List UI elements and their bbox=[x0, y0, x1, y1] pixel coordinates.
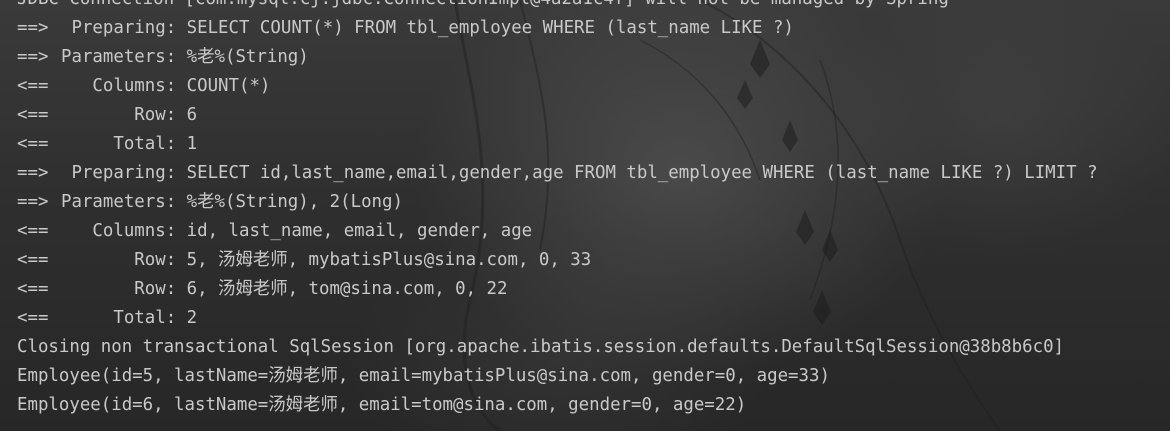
log-key: Total: bbox=[61, 308, 177, 328]
log-line: <== Total: 2 bbox=[17, 304, 1098, 333]
log-text: JDBC Connection [com.mysql.cj.jdbc.Conne… bbox=[17, 0, 949, 9]
log-key: Parameters: bbox=[61, 192, 177, 212]
log-line: Employee(id=6, lastName=汤姆老师, email=tom@… bbox=[17, 391, 1098, 420]
log-arrow: ==> bbox=[17, 47, 49, 67]
log-text: %老%(String) bbox=[176, 47, 309, 67]
log-key: Preparing: bbox=[61, 18, 177, 38]
log-arrow: ==> bbox=[17, 192, 49, 212]
log-text: 6 bbox=[176, 105, 198, 125]
log-arrow: <== bbox=[17, 221, 49, 241]
log-text: %老%(String), 2(Long) bbox=[176, 192, 403, 212]
log-key: Parameters: bbox=[61, 47, 177, 67]
log-key: Row: bbox=[61, 250, 177, 270]
log-key: Row: bbox=[61, 279, 177, 299]
log-line: <== Total: 1 bbox=[17, 130, 1098, 159]
log-arrow: <== bbox=[17, 250, 49, 270]
log-text: 1 bbox=[176, 134, 198, 154]
log-line: ==> Preparing: SELECT COUNT(*) FROM tbl_… bbox=[17, 14, 1098, 43]
log-arrow: <== bbox=[17, 76, 49, 96]
log-key: Total: bbox=[61, 134, 177, 154]
log-text: SELECT id,last_name,email,gender,age FRO… bbox=[176, 163, 1098, 183]
log-text: id, last_name, email, gender, age bbox=[176, 221, 533, 241]
log-text: COUNT(*) bbox=[176, 76, 271, 96]
log-arrow: ==> bbox=[17, 163, 49, 183]
log-arrow: ==> bbox=[17, 18, 49, 38]
log-text: 6, 汤姆老师, tom@sina.com, 0, 22 bbox=[176, 279, 508, 299]
log-line: ==> Preparing: SELECT id,last_name,email… bbox=[17, 159, 1098, 188]
log-line: <== Columns: id, last_name, email, gende… bbox=[17, 217, 1098, 246]
log-line: <== Row: 6, 汤姆老师, tom@sina.com, 0, 22 bbox=[17, 275, 1098, 304]
log-text: 2 bbox=[176, 308, 198, 328]
log-key: Preparing: bbox=[61, 163, 177, 183]
log-line: JDBC Connection [com.mysql.cj.jdbc.Conne… bbox=[17, 0, 1098, 14]
log-line: <== Columns: COUNT(*) bbox=[17, 72, 1098, 101]
console-output[interactable]: JDBC Connection [com.mysql.cj.jdbc.Conne… bbox=[0, 0, 1170, 431]
log-arrow: <== bbox=[17, 105, 49, 125]
log-key: Columns: bbox=[61, 221, 177, 241]
log-line: ==> Parameters: %老%(String) bbox=[17, 43, 1098, 72]
log-key: Row: bbox=[61, 105, 177, 125]
log-lines: JDBC Connection [com.mysql.cj.jdbc.Conne… bbox=[17, 0, 1098, 420]
log-arrow: <== bbox=[17, 308, 49, 328]
log-text: 5, 汤姆老师, mybatisPlus@sina.com, 0, 33 bbox=[176, 250, 592, 270]
log-text: Employee(id=5, lastName=汤姆老师, email=myba… bbox=[17, 366, 830, 386]
log-line: Employee(id=5, lastName=汤姆老师, email=myba… bbox=[17, 362, 1098, 391]
log-arrow: <== bbox=[17, 134, 49, 154]
log-text: SELECT COUNT(*) FROM tbl_employee WHERE … bbox=[176, 18, 794, 38]
log-line: ==> Parameters: %老%(String), 2(Long) bbox=[17, 188, 1098, 217]
log-key: Columns: bbox=[61, 76, 177, 96]
log-text: Closing non transactional SqlSession [or… bbox=[17, 337, 1065, 357]
log-line: <== Row: 5, 汤姆老师, mybatisPlus@sina.com, … bbox=[17, 246, 1098, 275]
log-line: <== Row: 6 bbox=[17, 101, 1098, 130]
log-line: Closing non transactional SqlSession [or… bbox=[17, 333, 1098, 362]
log-text: Employee(id=6, lastName=汤姆老师, email=tom@… bbox=[17, 395, 747, 415]
log-arrow: <== bbox=[17, 279, 49, 299]
